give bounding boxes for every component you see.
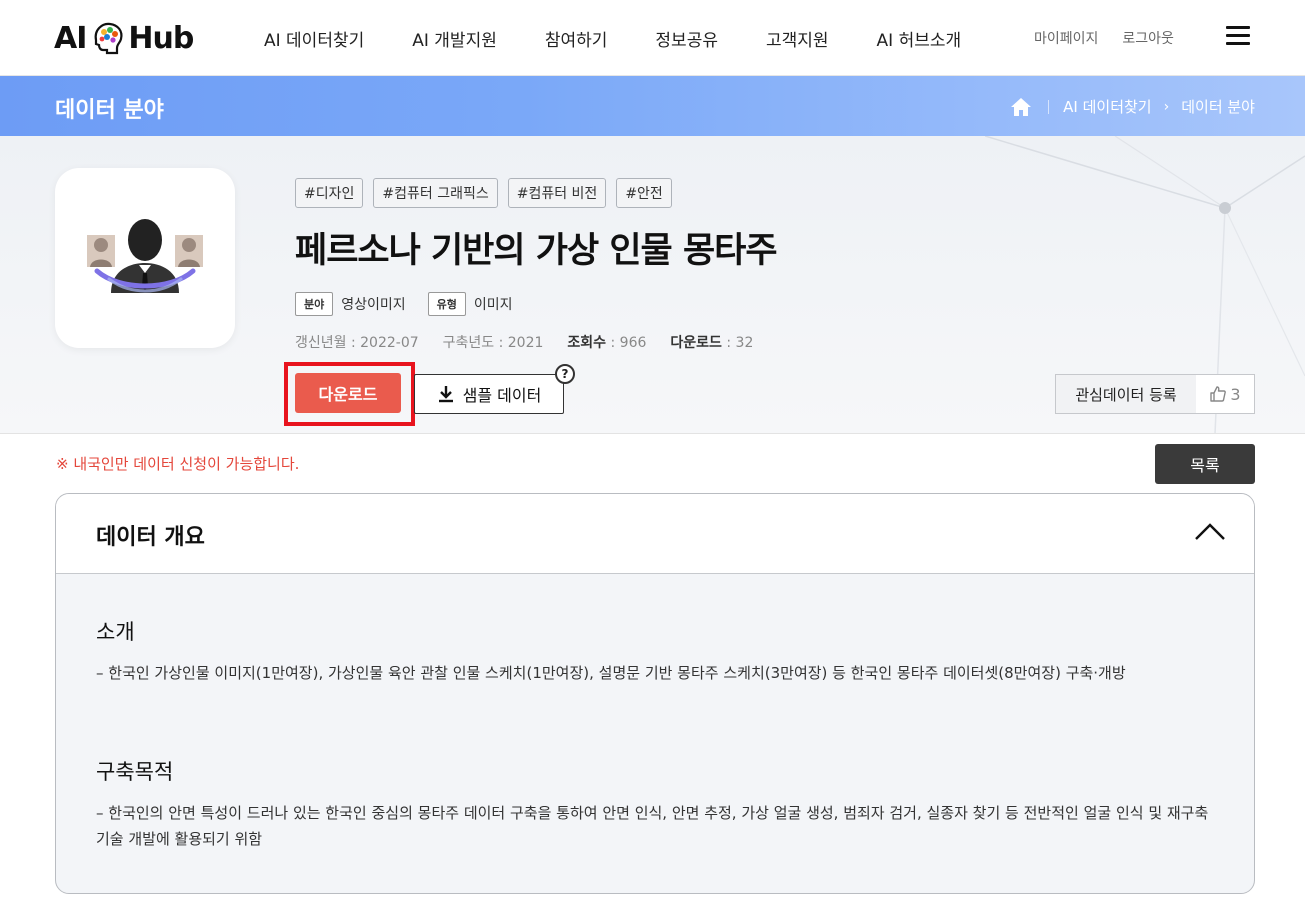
favorite-box: 관심데이터 등록 3 [1055, 374, 1255, 414]
tag-design[interactable]: #디자인 [295, 178, 364, 208]
tag-safety[interactable]: #안전 [616, 178, 672, 208]
dataset-tags: #디자인 #컴퓨터 그래픽스 #컴퓨터 비전 #안전 [295, 178, 682, 208]
dataset-hero: #디자인 #컴퓨터 그래픽스 #컴퓨터 비전 #안전 페르소나 기반의 가상 인… [0, 136, 1305, 434]
chevron-up-icon[interactable] [1194, 520, 1226, 542]
field-value: 영상이미지 [341, 297, 406, 313]
persona-montage-icon [87, 219, 203, 293]
like-button[interactable]: 3 [1196, 375, 1254, 413]
type-badge: 유형 [427, 292, 466, 316]
overview-title: 데이터 개요 [96, 525, 205, 550]
logout-link[interactable]: 로그아웃 [1122, 28, 1174, 48]
list-button[interactable]: 목록 [1155, 444, 1255, 484]
breadcrumb-divider [1048, 99, 1050, 114]
util-links: 마이페이지 로그아웃 [1034, 28, 1198, 48]
title-bar: 데이터 분야 AI 데이터찾기 › 데이터 분야 [0, 76, 1305, 136]
intro-heading: 소개 [96, 620, 135, 644]
like-count: 3 [1230, 384, 1241, 404]
home-icon[interactable] [1010, 97, 1032, 117]
main-nav: AI 데이터찾기 AI 개발지원 참여하기 정보공유 고객지원 AI 허브소개 [264, 26, 1009, 51]
thumbs-up-icon [1210, 386, 1227, 402]
logo-text-hub: Hub [128, 20, 194, 56]
tag-computer-vision[interactable]: #컴퓨터 비전 [507, 178, 607, 208]
purpose-section: 구축목적 – 한국인의 안면 특성이 드러나 있는 한국인 중심의 몽타주 데이… [96, 756, 1211, 852]
brain-logo-icon [94, 22, 123, 55]
type-value: 이미지 [473, 297, 513, 313]
dataset-thumbnail [55, 168, 235, 348]
data-overview-panel: 데이터 개요 소개 – 한국인 가상인물 이미지(1만여장), 가상인물 육안 … [55, 493, 1255, 894]
nav-about-hub[interactable]: AI 허브소개 [877, 26, 962, 51]
mypage-link[interactable]: 마이페이지 [1034, 28, 1098, 48]
dataset-stats: 갱신년월 : 2022-07 구축년도 : 2021 조회수 : 966 다운로… [295, 332, 777, 352]
overview-accordion-header[interactable]: 데이터 개요 [56, 494, 1254, 574]
download-count: 다운로드 : 32 [670, 335, 754, 351]
dataset-title: 페르소나 기반의 가상 인물 몽타주 [295, 231, 778, 271]
chevron-right-icon: › [1163, 98, 1170, 115]
dataset-classification: 분야 영상이미지 유형 이미지 [295, 292, 535, 316]
site-logo[interactable]: AI Hub [54, 16, 194, 60]
view-count: 조회수 : 966 [567, 335, 647, 351]
nav-ai-dev-support[interactable]: AI 개발지원 [412, 26, 497, 51]
tag-computer-graphics[interactable]: #컴퓨터 그래픽스 [373, 178, 498, 208]
nav-customer-support[interactable]: 고객지원 [766, 26, 829, 51]
nav-ai-data-search[interactable]: AI 데이터찾기 [264, 26, 364, 51]
intro-section: 소개 – 한국인 가상인물 이미지(1만여장), 가상인물 육안 관찰 인물 스… [96, 616, 1211, 686]
download-icon [438, 386, 453, 403]
sample-data-button[interactable]: 샘플 데이터 [414, 374, 564, 414]
purpose-body: – 한국인의 안면 특성이 드러나 있는 한국인 중심의 몽타주 데이터 구축을… [96, 804, 1209, 848]
breadcrumb-data-field[interactable]: 데이터 분야 [1181, 96, 1255, 117]
nav-info-share[interactable]: 정보공유 [655, 26, 718, 51]
breadcrumb: AI 데이터찾기 › 데이터 분야 [1010, 96, 1255, 117]
add-favorite-button[interactable]: 관심데이터 등록 [1056, 375, 1196, 413]
hamburger-menu-icon[interactable] [1226, 26, 1250, 46]
breadcrumb-ai-data-search[interactable]: AI 데이터찾기 [1063, 96, 1151, 117]
help-question-icon[interactable]: ? [555, 364, 575, 384]
sample-data-label: 샘플 데이터 [462, 386, 542, 405]
download-button[interactable]: 다운로드 [295, 373, 401, 413]
intro-body: – 한국인 가상인물 이미지(1만여장), 가상인물 육안 관찰 인물 스케치(… [96, 664, 1126, 682]
nav-participate[interactable]: 참여하기 [545, 26, 608, 51]
updated-date: 갱신년월 : 2022-07 [295, 335, 419, 351]
field-badge: 분야 [295, 292, 334, 316]
page-title: 데이터 분야 [55, 98, 164, 123]
domestic-only-notice: ※ 내국인만 데이터 신청이 가능합니다. [56, 455, 300, 473]
purpose-heading: 구축목적 [96, 760, 174, 784]
built-year: 구축년도 : 2021 [442, 335, 544, 351]
site-header: AI Hub AI 데이터찾기 AI 개발지원 참여하기 정보공유 고객지원 A… [0, 0, 1305, 76]
logo-text-ai: AI [54, 20, 87, 56]
